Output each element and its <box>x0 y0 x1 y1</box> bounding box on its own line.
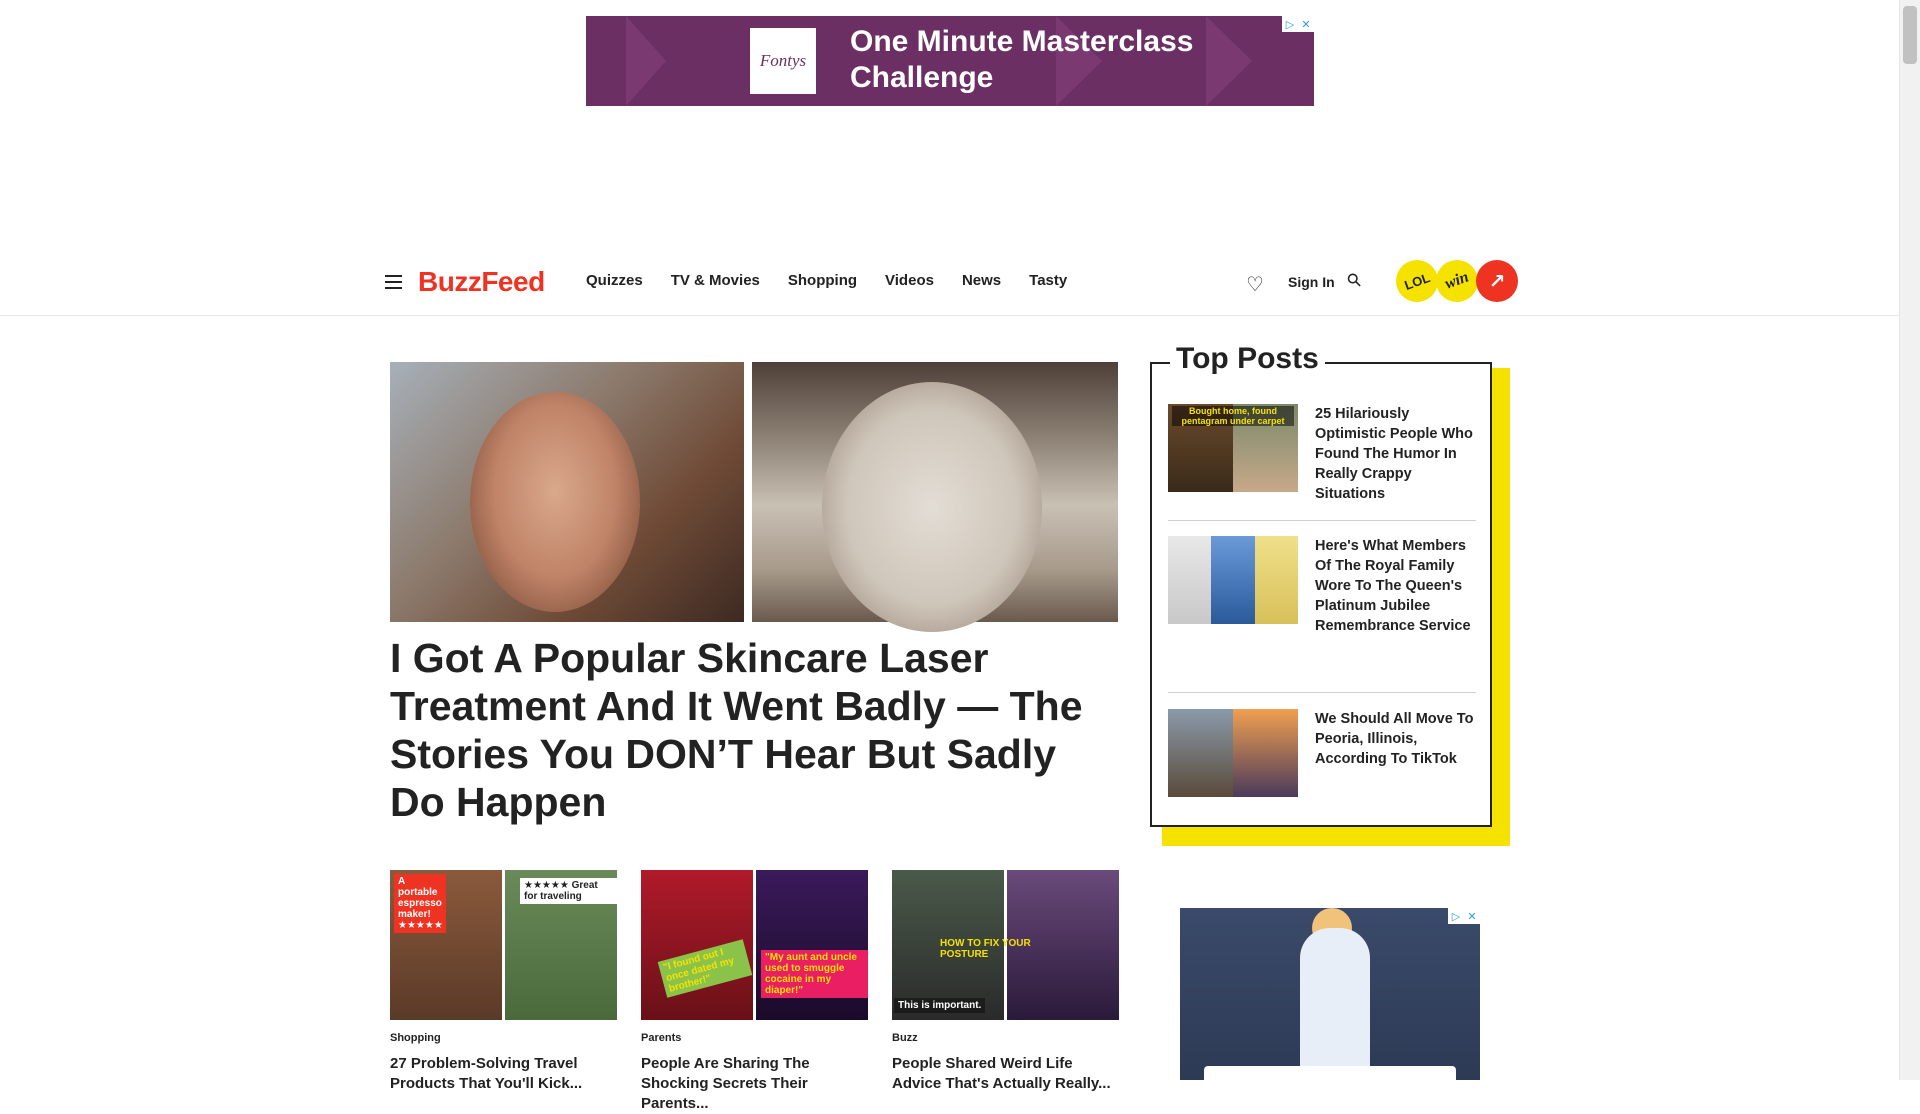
hero-face <box>470 392 640 612</box>
nav-tv-movies[interactable]: TV & Movies <box>671 272 760 289</box>
card-category[interactable]: Buzz <box>892 1032 1119 1044</box>
card-category[interactable]: Parents <box>641 1032 868 1044</box>
hero-image-before[interactable] <box>390 362 744 622</box>
top-post-item[interactable]: Here's What Members Of The Royal Family … <box>1168 536 1476 656</box>
adchoices-icon[interactable]: ▷ <box>1448 908 1464 924</box>
ad-close-icon[interactable]: ✕ <box>1464 908 1480 924</box>
top-post-item[interactable]: Bought home, found pentagram under carpe… <box>1168 404 1476 502</box>
ad-cta-bar[interactable] <box>1204 1066 1456 1080</box>
card-title[interactable]: People Are Sharing The Shocking Secrets … <box>641 1054 868 1114</box>
heart-icon[interactable]: ♡ <box>1246 272 1264 297</box>
hero-image-after[interactable] <box>752 362 1118 632</box>
search-icon[interactable]: ⚲ <box>1343 268 1367 292</box>
top-post-thumbnail[interactable]: Bought home, found pentagram under carpe… <box>1168 404 1298 492</box>
card-thumb-tag: "My aunt and uncle used to smuggle cocai… <box>761 950 868 998</box>
top-posts-heading: Top Posts <box>1170 342 1325 376</box>
adchoices-icon[interactable]: ▷ <box>1282 16 1298 32</box>
top-posts-divider <box>1168 520 1476 521</box>
top-post-title[interactable]: We Should All Move To Peoria, Illinois, … <box>1315 709 1479 769</box>
scrollbar-thumb[interactable] <box>1903 6 1917 64</box>
card-thumb-tag: A portable espresso maker! ★★★★★ <box>394 874 446 933</box>
menu-icon[interactable] <box>385 275 402 289</box>
top-post-thumbnail[interactable] <box>1168 536 1298 624</box>
top-post-item[interactable]: We Should All Move To Peoria, Illinois, … <box>1168 709 1476 799</box>
top-post-title[interactable]: 25 Hilariously Optimistic People Who Fou… <box>1315 404 1479 504</box>
card-title[interactable]: People Shared Weird Life Advice That's A… <box>892 1054 1119 1094</box>
card-category[interactable]: Shopping <box>390 1032 617 1044</box>
card-thumbnail[interactable]: HOW TO FIX YOUR POSTURE This is importan… <box>892 870 1119 1020</box>
ad-decor-chevron <box>626 16 666 106</box>
main-nav: Quizzes TV & Movies Shopping Videos News… <box>586 272 1067 289</box>
card-thumb-tag: HOW TO FIX YOUR POSTURE <box>940 938 1031 960</box>
nav-shopping[interactable]: Shopping <box>788 272 857 289</box>
sign-in-link[interactable]: Sign In <box>1288 274 1335 290</box>
card-thumbnail[interactable]: "I found out I once dated my brother!" "… <box>641 870 868 1020</box>
page-scrollbar[interactable] <box>1899 0 1920 1080</box>
nav-tasty[interactable]: Tasty <box>1029 272 1067 289</box>
ad-headline: One Minute Masterclass Challenge <box>850 25 1194 94</box>
hero-headline[interactable]: I Got A Popular Skincare Laser Treatment… <box>390 634 1120 826</box>
top-post-thumb-tag: Bought home, found pentagram under carpe… <box>1172 406 1294 426</box>
card-thumb-tag: ★★★★★ Great for traveling <box>520 878 617 904</box>
nav-news[interactable]: News <box>962 272 1001 289</box>
article-card[interactable]: "I found out I once dated my brother!" "… <box>641 870 868 1114</box>
sidebar-ad[interactable]: ▷ ✕ <box>1180 908 1480 1080</box>
trending-badge[interactable]: ↗ <box>1476 260 1518 302</box>
ad-close-icon[interactable]: ✕ <box>1298 16 1314 32</box>
hero-face <box>822 382 1042 632</box>
card-title[interactable]: 27 Problem-Solving Travel Products That … <box>390 1054 617 1094</box>
top-ad-banner[interactable]: Fontys One Minute Masterclass Challenge … <box>586 16 1314 106</box>
article-card[interactable]: HOW TO FIX YOUR POSTURE This is importan… <box>892 870 1119 1094</box>
top-post-thumbnail[interactable] <box>1168 709 1298 797</box>
top-posts-divider <box>1168 692 1476 693</box>
article-card[interactable]: A portable espresso maker! ★★★★★ ★★★★★ G… <box>390 870 617 1094</box>
card-thumb-tag: This is important. <box>894 998 986 1013</box>
top-post-title[interactable]: Here's What Members Of The Royal Family … <box>1315 536 1479 636</box>
ad-person <box>1300 928 1370 1080</box>
site-header: BuzzFeed Quizzes TV & Movies Shopping Vi… <box>0 254 1900 316</box>
buzzfeed-logo[interactable]: BuzzFeed <box>418 266 545 298</box>
ad-brand-logo: Fontys <box>750 28 816 94</box>
card-thumbnail[interactable]: A portable espresso maker! ★★★★★ ★★★★★ G… <box>390 870 617 1020</box>
nav-videos[interactable]: Videos <box>885 272 934 289</box>
nav-quizzes[interactable]: Quizzes <box>586 272 643 289</box>
